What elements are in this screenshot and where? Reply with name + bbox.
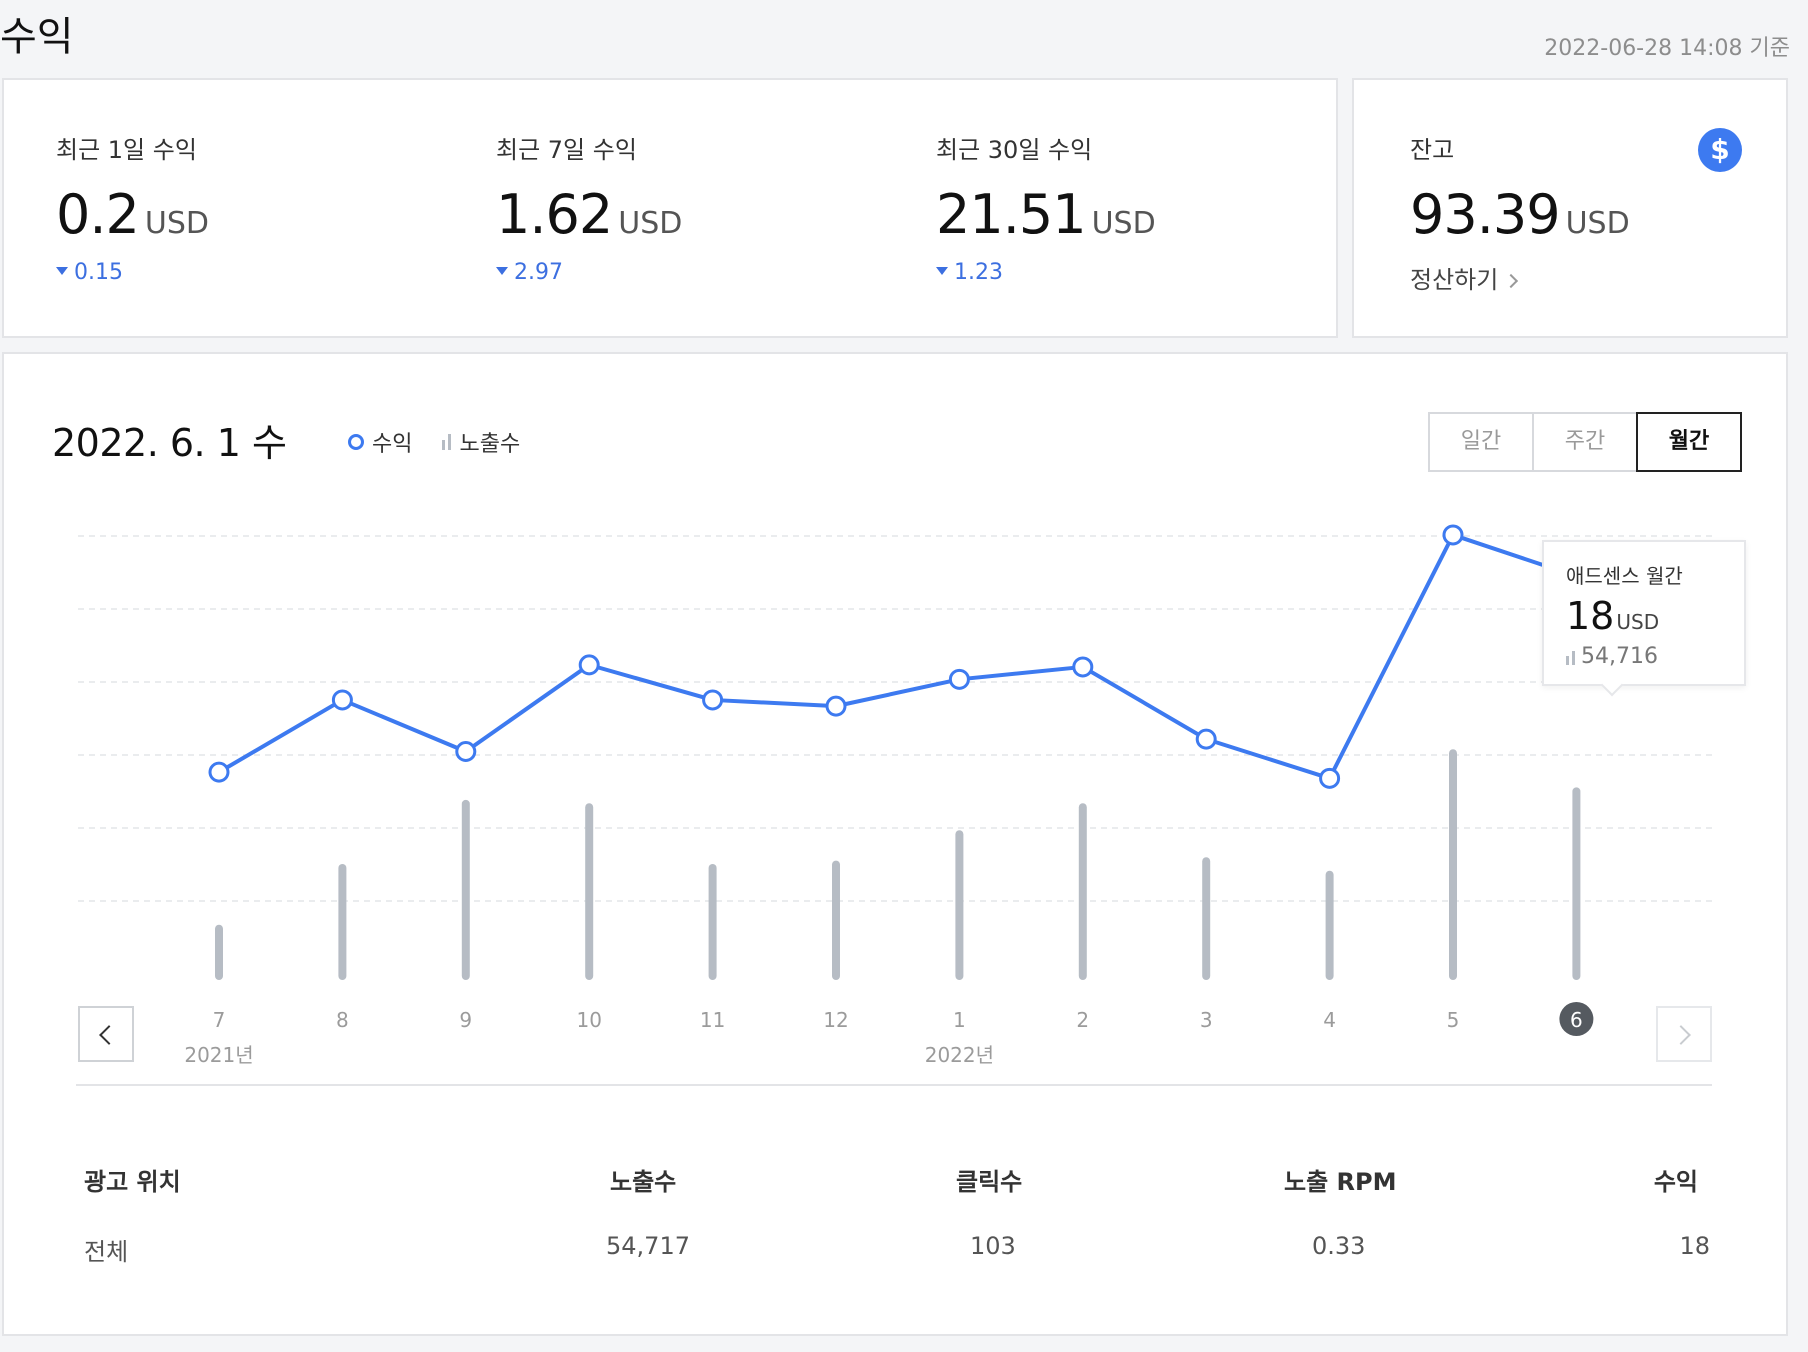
revenue-point	[455, 741, 477, 762]
revenue-point	[702, 689, 724, 711]
table-header-cell: 클릭수	[956, 1168, 1023, 1196]
revenue-point	[1319, 767, 1341, 789]
stat-7day: 최근 7일 수익 1.62 USD 2.97	[496, 130, 682, 285]
revenue-line	[217, 532, 1578, 781]
year-label: 2021년	[184, 1043, 253, 1067]
x-tick-label: 11	[700, 1008, 725, 1032]
chevron-left-icon	[99, 1025, 119, 1045]
revenue-point	[331, 689, 353, 711]
balance-label: 잔고	[1410, 136, 1455, 164]
x-tick-label: 12	[823, 1008, 848, 1032]
revenue-point	[1072, 656, 1094, 678]
balance-stat: 잔고 93.39 USD 정산하기	[1410, 130, 1630, 295]
stat-value: 1.62 USD	[496, 183, 682, 246]
chevron-right-icon	[1671, 1025, 1691, 1045]
chart-divider	[76, 1084, 1712, 1086]
x-tick-label: 10	[576, 1008, 601, 1032]
stat-value: 0.2 USD	[56, 183, 209, 246]
revenue-point	[1195, 728, 1217, 750]
x-tick-label: 9	[459, 1008, 472, 1032]
table-header-cell: 노출 RPM	[1284, 1168, 1397, 1196]
revenue-point	[948, 668, 970, 690]
x-tick-label: 6	[1570, 1008, 1583, 1032]
x-tick-label: 7	[213, 1008, 226, 1032]
revenue-chart: 7 8 9 10 11 12 1 2 3 4 5 62021년 2022년	[78, 524, 1712, 1067]
revenue-point	[1442, 524, 1464, 546]
x-tick-label: 3	[1200, 1008, 1213, 1032]
table-header-cell: 노출수	[610, 1168, 677, 1196]
revenue-summary-card: 최근 1일 수익 0.2 USD 0.15 최근 7일 수익 1.62 USD 2.…	[2, 78, 1338, 338]
balance-value: 93.39 USD	[1410, 183, 1630, 246]
table-cell: 103	[970, 1232, 1016, 1260]
stat-change: 0.15	[56, 260, 209, 285]
stat-30day: 최근 30일 수익 21.51 USD 1.23	[936, 130, 1156, 285]
balance-card: $ 잔고 93.39 USD 정산하기	[1352, 78, 1788, 338]
down-arrow-icon	[936, 267, 948, 275]
tooltip-unit: USD	[1616, 610, 1660, 634]
settle-link[interactable]: 정산하기	[1410, 260, 1630, 295]
bar-chart-icon	[1566, 649, 1575, 665]
stat-unit: USD	[618, 206, 683, 241]
stat-number: 0.2	[56, 183, 140, 246]
x-tick-label: 5	[1447, 1008, 1460, 1032]
stat-change-value: 2.97	[514, 260, 563, 285]
stat-unit: USD	[1091, 206, 1156, 241]
prev-period-button[interactable]	[78, 1006, 134, 1062]
tooltip-title: 애드센스 월간	[1566, 564, 1683, 588]
down-arrow-icon	[496, 267, 508, 275]
x-tick-label: 8	[336, 1008, 349, 1032]
stat-number: 21.51	[936, 183, 1087, 246]
stat-change: 1.23	[936, 260, 1156, 285]
x-tick-label: 1	[953, 1008, 966, 1032]
table-cell: 전체	[84, 1238, 129, 1266]
stat-label: 최근 30일 수익	[936, 136, 1093, 164]
revenue-point	[208, 761, 230, 783]
revenue-point	[825, 695, 847, 717]
revenue-point	[578, 654, 600, 676]
down-arrow-icon	[56, 267, 68, 275]
updated-timestamp: 2022-06-28 14:08 기준	[1544, 36, 1790, 61]
settle-label: 정산하기	[1410, 266, 1499, 294]
stat-unit: USD	[144, 206, 209, 241]
chart-card: 2022. 6. 1 수 수익 노출수 일간 주간 월간 7 8 9 10 11 12 1 2…	[2, 352, 1788, 1336]
tooltip-impressions: 54,716	[1566, 644, 1658, 669]
table-cell: 0.33	[1312, 1232, 1366, 1260]
table-header-cell: 수익	[1653, 1168, 1698, 1196]
balance-unit: USD	[1565, 206, 1630, 241]
tooltip-value: 18 USD	[1566, 594, 1659, 638]
table-cell: 54,717	[606, 1232, 690, 1260]
stat-label: 최근 7일 수익	[496, 136, 637, 164]
stat-number: 1.62	[496, 183, 613, 246]
tooltip-impressions-value: 54,716	[1581, 644, 1658, 669]
table-header-cell: 광고 위치	[84, 1168, 181, 1196]
next-period-button[interactable]	[1656, 1006, 1712, 1062]
tooltip-number: 18	[1566, 594, 1615, 638]
balance-number: 93.39	[1410, 183, 1561, 246]
chart-tooltip: 애드센스 월간 18 USD 54,716	[1542, 540, 1746, 697]
year-label: 2022년	[925, 1043, 994, 1067]
table-cell: 18	[1679, 1232, 1710, 1260]
chevron-right-icon	[1504, 273, 1519, 289]
dollar-icon: $	[1698, 128, 1742, 172]
x-tick-label: 2	[1076, 1008, 1089, 1032]
tab-monthly[interactable]: 월간	[1636, 412, 1742, 472]
page-title: 수익	[0, 14, 74, 60]
stat-change: 2.97	[496, 260, 682, 285]
stat-label: 최근 1일 수익	[56, 136, 197, 164]
stat-change-value: 1.23	[954, 260, 1003, 285]
x-tick-label: 4	[1323, 1008, 1336, 1032]
stat-change-value: 0.15	[74, 260, 123, 285]
stat-value: 21.51 USD	[936, 183, 1156, 246]
stat-1day: 최근 1일 수익 0.2 USD 0.15	[56, 130, 209, 285]
